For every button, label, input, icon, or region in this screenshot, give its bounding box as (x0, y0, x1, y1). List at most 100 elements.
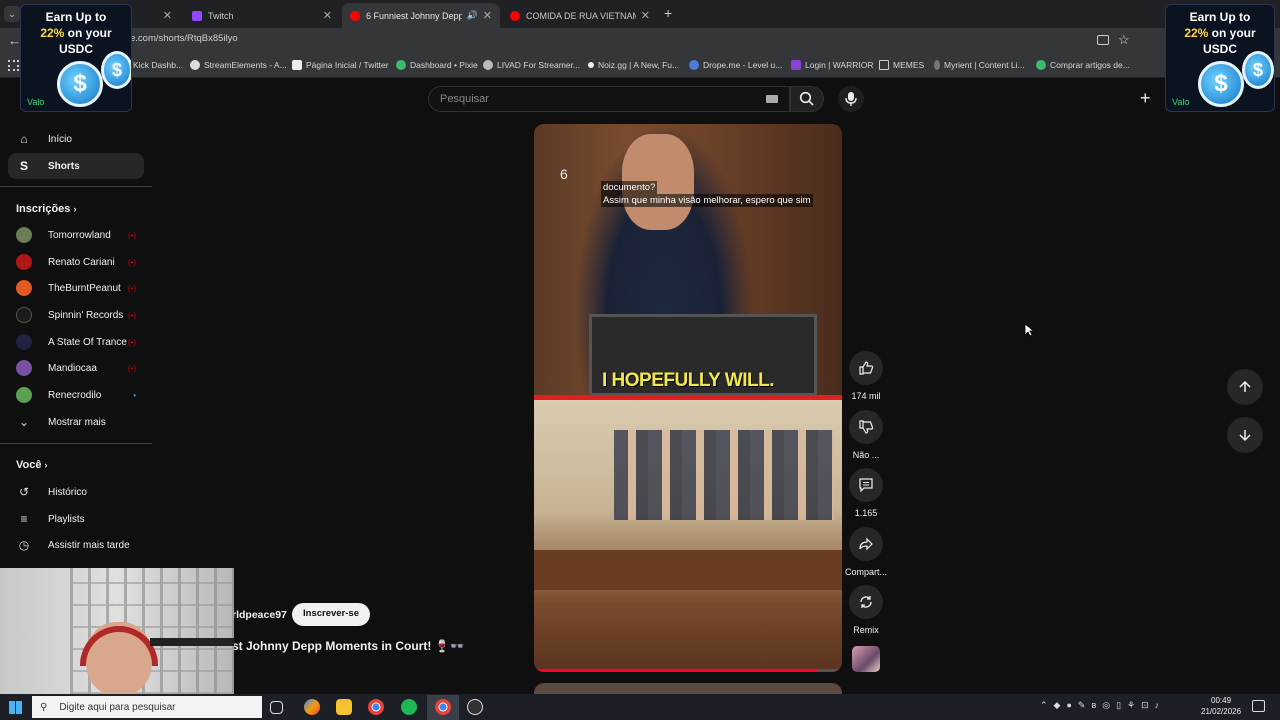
you-heading[interactable]: Você › (16, 459, 48, 471)
dislike-button[interactable] (849, 410, 883, 444)
share-button[interactable] (849, 527, 883, 561)
comments-action[interactable]: 1.165 (849, 468, 883, 518)
next-short-button[interactable] (1227, 417, 1263, 453)
close-icon[interactable]: ✕ (483, 9, 492, 22)
tab-twitch[interactable]: Twitch ✕ (184, 3, 340, 28)
subtitle-line-1: documento? (601, 181, 658, 194)
url-field[interactable]: e.com/shorts/RtqBx85ilyo (130, 33, 238, 44)
youtube-icon (510, 10, 520, 21)
install-icon[interactable] (1097, 35, 1109, 45)
search-icon (799, 91, 814, 106)
windows-start-icon[interactable] (9, 701, 22, 714)
table-shape (534, 550, 842, 590)
bookmark-myrient[interactable]: Myrient | Content Li... (934, 60, 1025, 70)
sidebar-subscription[interactable]: Renato Cariani (•) (8, 249, 144, 275)
previous-short-button[interactable] (1227, 369, 1263, 405)
subscribe-button[interactable]: Inscrever-se (292, 603, 370, 626)
tab-search-icon[interactable]: ⌄ (4, 6, 20, 22)
bookmark-label: StreamElements - A... (204, 60, 287, 70)
divider (0, 186, 152, 187)
tab-1[interactable]: ✕ (130, 3, 180, 28)
comment-count: 1.165 (854, 508, 878, 518)
bookmark-noiz[interactable]: Noiz.gg | A New, Fu... (588, 60, 679, 70)
myrient-icon (934, 60, 940, 70)
bookmark-comprar[interactable]: Comprar artigos de... (1036, 60, 1130, 70)
x-icon (292, 60, 302, 70)
new-content-dot: • (133, 390, 136, 400)
bookmark-star-icon[interactable]: ☆ (1118, 32, 1130, 48)
file-explorer-icon[interactable] (336, 699, 352, 715)
usdc-coin-icon: $ (101, 51, 131, 89)
dislike-action[interactable]: Não ... (849, 410, 883, 460)
close-icon[interactable]: ✕ (323, 9, 332, 22)
bookmark-drope[interactable]: Drope.me - Level u... (689, 60, 782, 70)
clock-time[interactable]: 00:49 (1211, 696, 1231, 705)
new-tab-button[interactable]: + (664, 5, 672, 21)
create-button[interactable]: + (1140, 88, 1151, 109)
clock-date[interactable]: 21/02/2026 (1201, 707, 1241, 716)
close-icon[interactable]: ✕ (163, 9, 172, 22)
sidebar-item-shorts[interactable]: S Shorts (8, 153, 144, 179)
mic-button[interactable] (838, 86, 864, 112)
sidebar-item-home[interactable]: ⌂ Início (8, 126, 144, 152)
video-frame-bottom (534, 400, 842, 672)
subscriptions-heading[interactable]: Inscrições › (16, 203, 76, 215)
ad-banner-left[interactable]: Earn Up to 22% on your USDC $ $ Valo (20, 4, 132, 112)
share-action[interactable]: Compart... (845, 527, 887, 577)
thumbs-down-icon (859, 420, 874, 434)
sidebar-item-watch-later[interactable]: ◷ Assistir mais tarde (8, 532, 144, 558)
task-view-icon[interactable] (270, 701, 283, 714)
bookmark-warrior[interactable]: Login | WARRIOR (791, 60, 874, 70)
like-action[interactable]: 174 mil (849, 351, 883, 401)
channel-name[interactable]: rldpeace97 (232, 609, 287, 621)
sidebar-subscription[interactable]: A State Of Trance (•) (8, 329, 144, 355)
divider (0, 443, 152, 444)
bookmark-kick[interactable]: Kick Dashb... (133, 60, 183, 70)
chrome-icon[interactable] (368, 699, 384, 715)
bookmark-streamelements[interactable]: StreamElements - A... (190, 60, 287, 70)
search-input[interactable]: Pesquisar (428, 86, 790, 112)
streamelements-icon (190, 60, 200, 70)
tab-label: COMIDA DE RUA VIETNAMITA (526, 10, 636, 21)
sound-thumbnail[interactable] (852, 646, 880, 672)
bookmark-pixie[interactable]: Dashboard • Pixie (396, 60, 478, 70)
system-tray-icons[interactable]: ⌃◆●✎ʙ◎▯⚘⊡♪ (1040, 700, 1165, 711)
sidebar-item-playlists[interactable]: ≡ Playlists (8, 506, 144, 532)
bookmark-memes[interactable]: MEMES (879, 60, 924, 70)
sidebar-subscription[interactable]: TheBurntPeanut (•) (8, 275, 144, 301)
sidebar-subscription[interactable]: Spinnin' Records (•) (8, 302, 144, 328)
bookmark-twitter[interactable]: Página Inicial / Twitter (292, 60, 389, 70)
search-button[interactable] (790, 86, 824, 112)
speaker-icon[interactable]: 🔊 (467, 10, 478, 21)
sidebar-item-history[interactable]: ↺ Histórico (8, 479, 144, 505)
copilot-icon[interactable] (304, 699, 320, 715)
video-progress-bar[interactable] (534, 669, 842, 672)
chrome-alt-icon[interactable] (435, 699, 451, 715)
keyboard-icon[interactable] (766, 95, 778, 103)
tab-youtube-2[interactable]: COMIDA DE RUA VIETNAMITA ✕ (502, 3, 658, 28)
close-icon[interactable]: ✕ (641, 9, 650, 22)
sidebar-subscription[interactable]: Tomorrowland (•) (8, 222, 144, 248)
remix-label: Remix (853, 625, 879, 635)
bookmark-livad[interactable]: LIVAD For Streamer... (483, 60, 580, 70)
livad-icon (483, 60, 493, 70)
show-more-button[interactable]: ⌄ Mostrar mais (8, 409, 144, 435)
like-count: 174 mil (851, 391, 881, 401)
comments-button[interactable] (849, 468, 883, 502)
short-video-player[interactable]: 6 documento? Assim que minha visão melho… (534, 124, 842, 672)
ad-banner-right[interactable]: Earn Up to 22% on your USDC $ $ Valo (1165, 4, 1275, 112)
live-icon: (•) (127, 337, 136, 347)
remix-button[interactable] (849, 585, 883, 619)
notification-icon[interactable] (1252, 700, 1265, 712)
obs-icon[interactable] (467, 699, 483, 715)
taskbar-search[interactable]: ⚲ Digite aqui para pesquisar (32, 696, 262, 718)
like-button[interactable] (849, 351, 883, 385)
apps-grid-icon[interactable] (8, 60, 19, 71)
ad-line2: 22% on your (40, 26, 112, 40)
video-title[interactable]: st Johnny Depp Moments in Court! 🍷👓 (232, 639, 465, 653)
remix-action[interactable]: Remix (849, 585, 883, 635)
spotify-icon[interactable] (401, 699, 417, 715)
sidebar-subscription[interactable]: Renecrodilo • (8, 382, 144, 408)
tab-youtube-active[interactable]: 6 Funniest Johnny Depp M 🔊 ✕ (342, 3, 500, 28)
sidebar-subscription[interactable]: Mandiocaa (•) (8, 355, 144, 381)
